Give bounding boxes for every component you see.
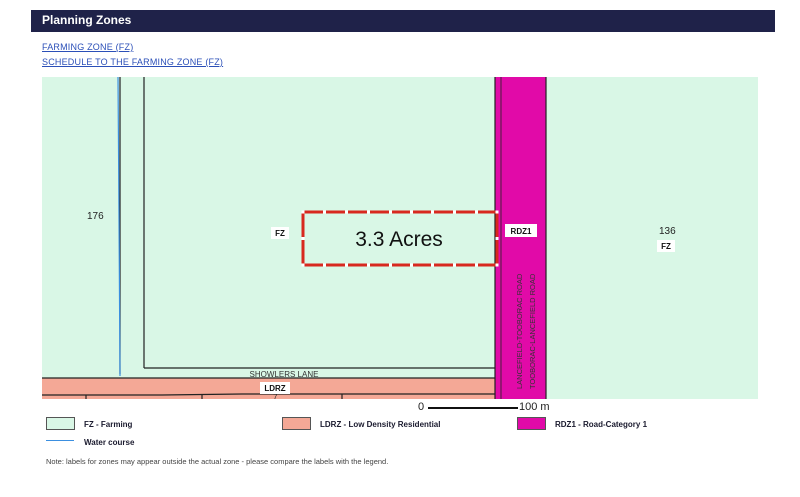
scale-start-label: 0 [418,401,425,413]
svg-text:FZ: FZ [275,229,285,238]
fz-left-badge: FZ [271,227,289,239]
zone-label-note: Note: labels for zones may appear outsid… [46,457,389,466]
ldrz-badge: LDRZ [260,382,290,394]
schedule-farming-zone-link[interactable]: SCHEDULE TO THE FARMING ZONE (FZ) [42,57,223,67]
rdz1-badge: RDZ1 [505,224,537,237]
fz-right-badge: FZ [657,240,675,252]
farming-zone-link[interactable]: FARMING ZONE (FZ) [42,42,133,52]
lot-176-label: 176 [87,211,104,222]
legend-water-course-line [46,440,74,441]
scale-end-label: 100 m [519,401,550,413]
legend-ldrz-label: LDRZ - Low Density Residential [320,420,441,429]
showlers-lane-label: SHOWLERS LANE [250,370,319,379]
svg-text:RDZ1: RDZ1 [511,227,532,236]
scale-bar [428,407,518,409]
lot-136-label: 136 [659,226,676,237]
svg-text:FZ: FZ [661,242,671,251]
header-title: Planning Zones [42,13,132,27]
legend-rdz1-label: RDZ1 - Road-Category 1 [555,420,648,429]
legend-fz-swatch [46,417,75,430]
legend-water-course-label: Water course [84,438,135,447]
tooborac-lancefield-road-label: TOOBORAC-LANCEFIELD ROAD [528,273,537,389]
legend-ldrz-swatch [282,417,311,430]
planning-map[interactable]: 3.3 Acres 176 136 7 FZ FZ RDZ1 LDRZ SHOW… [42,77,758,399]
svg-text:LDRZ: LDRZ [264,384,285,393]
planning-zones-header: Planning Zones [31,10,775,32]
legend-fz-label: FZ - Farming [84,420,133,429]
lancefield-tooborac-road-label: LANCEFIELD-TOOBORAC ROAD [515,273,524,389]
legend-rdz1-swatch [517,417,546,430]
parcel-area-label: 3.3 Acres [355,228,443,251]
